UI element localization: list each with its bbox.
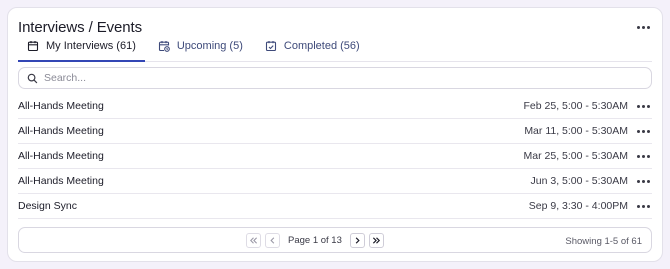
chevrons-left-icon <box>250 236 258 244</box>
row-more-options-icon[interactable] <box>634 149 652 163</box>
row-more-options-icon[interactable] <box>634 99 652 113</box>
tab-completed[interactable]: Completed (56) <box>256 37 369 61</box>
pagination: Page 1 of 13 <box>246 232 384 248</box>
row-more-options-icon[interactable] <box>634 174 652 188</box>
list-item[interactable]: All-Hands Meeting Mar 25, 5:00 - 5:30AM <box>18 144 652 169</box>
tab-label: My Interviews (61) <box>46 40 136 52</box>
row-more-options-icon[interactable] <box>634 124 652 138</box>
event-name: All-Hands Meeting <box>18 125 104 137</box>
first-page-button[interactable] <box>246 232 261 248</box>
calendar-icon <box>27 41 39 52</box>
tab-upcoming[interactable]: Upcoming (5) <box>149 37 252 61</box>
tab-label: Upcoming (5) <box>176 40 243 52</box>
list-item[interactable]: All-Hands Meeting Feb 25, 5:00 - 5:30AM <box>18 94 652 119</box>
search-input[interactable] <box>44 72 643 84</box>
list-item[interactable]: Design Sync Sep 9, 3:30 - 4:00PM <box>18 194 652 219</box>
search-icon <box>27 73 38 83</box>
next-page-button[interactable] <box>349 232 365 248</box>
calendar-check-icon <box>265 41 276 52</box>
list-item[interactable]: All-Hands Meeting Mar 11, 5:00 - 5:30AM <box>18 119 652 144</box>
page-indicator: Page 1 of 13 <box>288 234 342 246</box>
calendar-clock-icon <box>158 41 170 52</box>
event-name: All-Hands Meeting <box>18 175 104 187</box>
row-more-options-icon[interactable] <box>634 199 652 213</box>
chevron-left-icon <box>270 236 275 244</box>
card-header: Interviews / Events <box>18 16 652 38</box>
event-time: Feb 25, 5:00 - 5:30AM <box>523 100 628 112</box>
list-item[interactable]: All-Hands Meeting Jun 3, 5:00 - 5:30AM <box>18 169 652 194</box>
tab-my-interviews[interactable]: My Interviews (61) <box>18 38 145 62</box>
chevrons-right-icon <box>372 236 380 244</box>
event-name: All-Hands Meeting <box>18 150 104 162</box>
page-title: Interviews / Events <box>18 18 142 36</box>
event-time: Mar 11, 5:00 - 5:30AM <box>524 125 628 137</box>
event-time: Sep 9, 3:30 - 4:00PM <box>528 200 628 212</box>
tab-label: Completed (56) <box>283 40 360 52</box>
event-time: Mar 25, 5:00 - 5:30AM <box>523 150 628 162</box>
chevron-right-icon <box>355 236 360 244</box>
header-more-options-icon[interactable] <box>634 20 652 34</box>
event-name: Design Sync <box>18 200 77 212</box>
interviews-card: Interviews / Events My Interviews (61) U… <box>7 7 663 262</box>
search-box <box>18 67 652 89</box>
pagination-footer: Page 1 of 13 Showing 1-5 of 61 <box>18 227 652 253</box>
previous-page-button[interactable] <box>265 232 280 248</box>
tab-bar: My Interviews (61) Upcoming (5) Complete… <box>18 38 652 62</box>
results-count: Showing 1-5 of 61 <box>565 236 642 247</box>
last-page-button[interactable] <box>368 232 384 248</box>
event-list: All-Hands Meeting Feb 25, 5:00 - 5:30AM … <box>18 94 652 219</box>
event-name: All-Hands Meeting <box>18 100 104 112</box>
event-time: Jun 3, 5:00 - 5:30AM <box>530 175 628 187</box>
